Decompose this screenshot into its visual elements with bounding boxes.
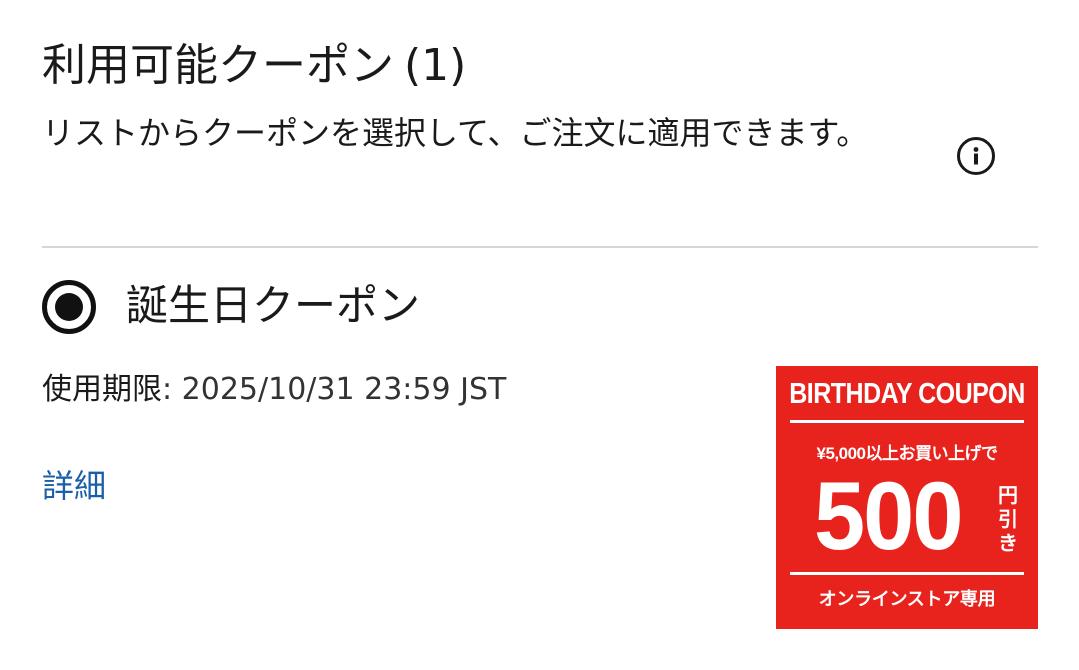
coupon-image-rule-top [790, 420, 1024, 423]
coupon-image-rule-bottom [790, 572, 1024, 575]
coupon-radio-selected[interactable] [42, 280, 96, 334]
page-description: リストからクーポンを選択して、ご注文に適用できます。 [42, 114, 869, 152]
coupon-count: (1) [404, 40, 467, 91]
coupon-expiry: 使用期限: 2025/10/31 23:59 JST [42, 370, 506, 410]
expiry-separator: : [162, 372, 173, 407]
available-coupons-panel: 利用可能クーポン (1) リストからクーポンを選択して、ご注文に適用できます。 誕… [0, 0, 1079, 670]
coupon-image-condition: ¥5,000以上お買い上げで [816, 444, 999, 463]
coupon-image-amount: 500 [814, 463, 963, 571]
title-text: 利用可能クーポン [42, 40, 394, 91]
coupon-image: BIRTHDAY COUPON ¥5,000以上お買い上げで 500 円引き オ… [776, 366, 1038, 629]
page-title: 利用可能クーポン (1) [42, 38, 466, 94]
expiry-label: 使用期限 [42, 372, 162, 407]
coupon-details-link[interactable]: 詳細 [42, 466, 106, 506]
radio-dot [55, 293, 83, 321]
info-icon[interactable] [957, 137, 995, 175]
section-divider [42, 246, 1038, 248]
coupon-name[interactable]: 誕生日クーポン [126, 278, 420, 334]
info-glyph [973, 147, 979, 165]
coupon-image-footer: オンラインストア専用 [818, 589, 996, 609]
coupon-image-heading: BIRTHDAY COUPON [789, 377, 1025, 411]
coupon-image-unit: 円引き [998, 485, 1018, 555]
expiry-value: 2025/10/31 23:59 JST [181, 372, 507, 407]
